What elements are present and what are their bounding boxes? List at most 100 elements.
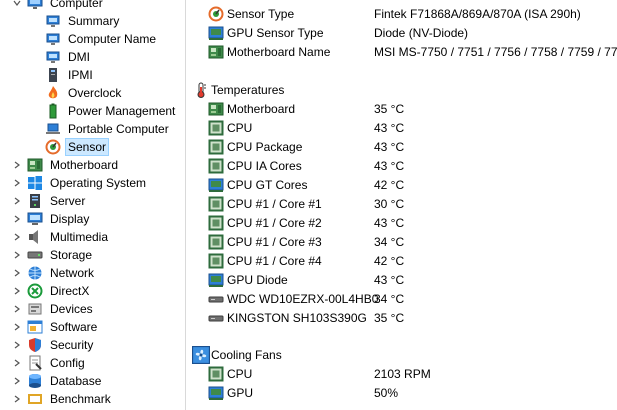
tree-item-devices[interactable]: Devices: [14, 300, 95, 318]
gpu-icon: [208, 272, 224, 288]
expand-chevron-icon[interactable]: [13, 264, 21, 282]
temperature-row[interactable]: CPU #1 / Core #2 43 °C: [187, 213, 617, 232]
expand-chevron-icon[interactable]: [13, 372, 21, 390]
navigation-tree[interactable]: Computer Summary Computer Name DMI IPMI Overc…: [0, 0, 186, 410]
tree-item-label: Server: [50, 194, 86, 208]
database-icon: [27, 373, 43, 389]
tree-item-label: Storage: [50, 248, 93, 262]
cpu-icon: [208, 366, 224, 382]
tree-item-server[interactable]: Server: [14, 192, 87, 210]
tree-item-computer-name[interactable]: Computer Name: [45, 30, 158, 48]
tree-item-security[interactable]: Security: [14, 336, 95, 354]
tree-item-label: Operating System: [50, 176, 147, 190]
tree-item-display[interactable]: Display: [14, 210, 91, 228]
tree-item-summary[interactable]: Summary: [45, 12, 121, 30]
expand-chevron-icon[interactable]: [13, 300, 21, 318]
expand-chevron-icon[interactable]: [13, 354, 21, 372]
fan-row[interactable]: CPU 2103 RPM: [187, 364, 617, 383]
expand-chevron-icon[interactable]: [13, 318, 21, 336]
expand-chevron-icon[interactable]: [13, 390, 21, 408]
tree-item-label: Multimedia: [50, 230, 109, 244]
tree-item-dmi[interactable]: DMI: [45, 48, 92, 66]
tree-item-computer[interactable]: Computer: [13, 0, 105, 12]
field-name: Sensor Type: [227, 6, 295, 21]
temperatures-section-header: Temperatures: [187, 80, 617, 99]
field-value: Fintek F71868A/869A/870A (ISA 290h): [374, 6, 581, 21]
tree-item-benchmark[interactable]: Benchmark: [14, 390, 113, 408]
field-value: 43 °C: [374, 272, 405, 287]
tree-item-directx[interactable]: DirectX: [14, 282, 91, 300]
field-name: CPU Package: [227, 139, 303, 154]
tree-item-storage[interactable]: Storage: [14, 246, 94, 264]
cooling-fans-section-header: Cooling Fans: [187, 345, 617, 364]
motherboard-icon: [27, 157, 43, 173]
temperature-row[interactable]: CPU #1 / Core #3 34 °C: [187, 232, 617, 251]
expand-chevron-icon[interactable]: [13, 336, 21, 354]
temperature-row[interactable]: CPU #1 / Core #4 42 °C: [187, 251, 617, 270]
expand-chevron-icon[interactable]: [13, 210, 21, 228]
expand-chevron-icon[interactable]: [13, 246, 21, 264]
tree-item-config[interactable]: Config: [14, 354, 87, 372]
tree-item-multimedia[interactable]: Multimedia: [14, 228, 110, 246]
drive-icon: [208, 310, 224, 326]
sensor-gauge-icon: [208, 6, 224, 22]
field-value: 35 °C: [374, 101, 405, 116]
field-name: Motherboard: [227, 101, 296, 116]
tree-item-operating-system[interactable]: Operating System: [14, 174, 148, 192]
temperature-row[interactable]: CPU GT Cores 42 °C: [187, 175, 617, 194]
directx-icon: [27, 283, 43, 299]
sensor-property-row[interactable]: Motherboard Name MSI MS-7750 / 7751 / 775…: [187, 42, 617, 61]
tree-item-power-management[interactable]: Power Management: [45, 102, 177, 120]
temperature-row[interactable]: CPU #1 / Core #1 30 °C: [187, 194, 617, 213]
field-name: CPU #1 / Core #2: [227, 215, 322, 230]
temperature-row[interactable]: WDC WD10EZRX-00L4HB0 34 °C: [187, 289, 617, 308]
tree-item-sensor[interactable]: Sensor: [45, 138, 110, 156]
tree-item-label: Computer: [50, 0, 103, 10]
tree-item-portable-computer[interactable]: Portable Computer: [45, 120, 171, 138]
field-value: 50%: [374, 385, 399, 400]
tree-item-software[interactable]: Software: [14, 318, 99, 336]
tree-item-label: Sensor: [64, 138, 110, 156]
tree-item-ipmi[interactable]: IPMI: [45, 66, 95, 84]
temperature-row[interactable]: CPU Package 43 °C: [187, 137, 617, 156]
expand-chevron-icon[interactable]: [13, 228, 21, 246]
expand-chevron-icon[interactable]: [13, 192, 21, 210]
tree-item-label: Security: [50, 338, 94, 352]
expand-chevron-icon[interactable]: [13, 282, 21, 300]
fan-icon: [192, 345, 210, 364]
sensor-property-row[interactable]: GPU Sensor Type Diode (NV-Diode): [187, 23, 617, 42]
temperature-row[interactable]: GPU Diode 43 °C: [187, 270, 617, 289]
field-value: 43 °C: [374, 139, 405, 154]
field-name: GPU Sensor Type: [227, 25, 324, 40]
tree-item-label: Benchmark: [50, 392, 111, 406]
field-value: 42 °C: [374, 253, 405, 268]
field-value: Diode (NV-Diode): [374, 25, 469, 40]
tree-item-label: Display: [50, 212, 90, 226]
temperature-row[interactable]: KINGSTON SH103S390G 35 °C: [187, 308, 617, 327]
temperature-row[interactable]: CPU 43 °C: [187, 118, 617, 137]
field-value: 43 °C: [374, 158, 405, 173]
drive-icon: [208, 291, 224, 307]
tree-item-motherboard[interactable]: Motherboard: [14, 156, 120, 174]
fan-row[interactable]: GPU 50%: [187, 383, 617, 402]
field-name: GPU Diode: [227, 272, 288, 287]
temperature-row[interactable]: Motherboard 35 °C: [187, 99, 617, 118]
tree-item-overclock[interactable]: Overclock: [45, 84, 123, 102]
field-name: CPU GT Cores: [227, 177, 308, 192]
tree-item-database[interactable]: Database: [14, 372, 103, 390]
expand-chevron-icon[interactable]: [13, 156, 21, 174]
motherboard-icon: [208, 101, 224, 117]
gpu-icon: [208, 25, 224, 41]
storage-icon: [27, 247, 43, 263]
flame-icon: [45, 85, 61, 101]
network-icon: [27, 265, 43, 281]
tree-item-network[interactable]: Network: [14, 264, 96, 282]
sensor-property-row[interactable]: Sensor Type Fintek F71868A/869A/870A (ISA…: [187, 4, 617, 23]
computer-icon: [27, 0, 43, 11]
field-value: 43 °C: [374, 215, 405, 230]
collapse-chevron-icon[interactable]: [13, 0, 21, 12]
speaker-icon: [27, 229, 43, 245]
field-value: 35 °C: [374, 310, 405, 325]
temperature-row[interactable]: CPU IA Cores 43 °C: [187, 156, 617, 175]
expand-chevron-icon[interactable]: [13, 174, 21, 192]
